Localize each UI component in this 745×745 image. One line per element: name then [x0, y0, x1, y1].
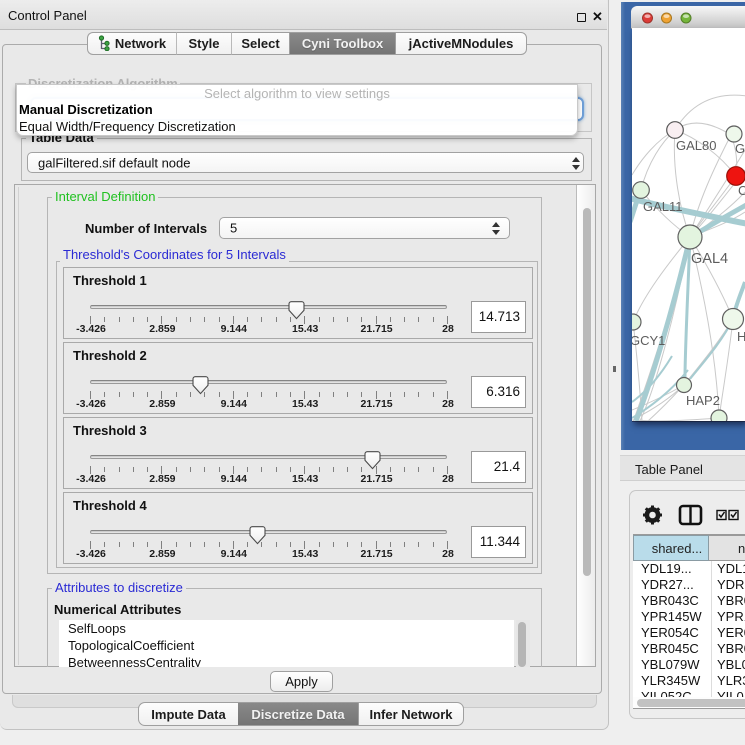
- svg-text:H: H: [737, 329, 745, 344]
- svg-text:HAP2: HAP2: [686, 393, 720, 408]
- svg-text:C: C: [738, 183, 745, 198]
- svg-text:GCY1: GCY1: [632, 333, 665, 348]
- svg-text:G.: G.: [735, 141, 745, 156]
- svg-text:GAL80: GAL80: [676, 138, 716, 153]
- svg-text:GAL4: GAL4: [691, 251, 728, 267]
- svg-text:GAL11: GAL11: [643, 199, 683, 214]
